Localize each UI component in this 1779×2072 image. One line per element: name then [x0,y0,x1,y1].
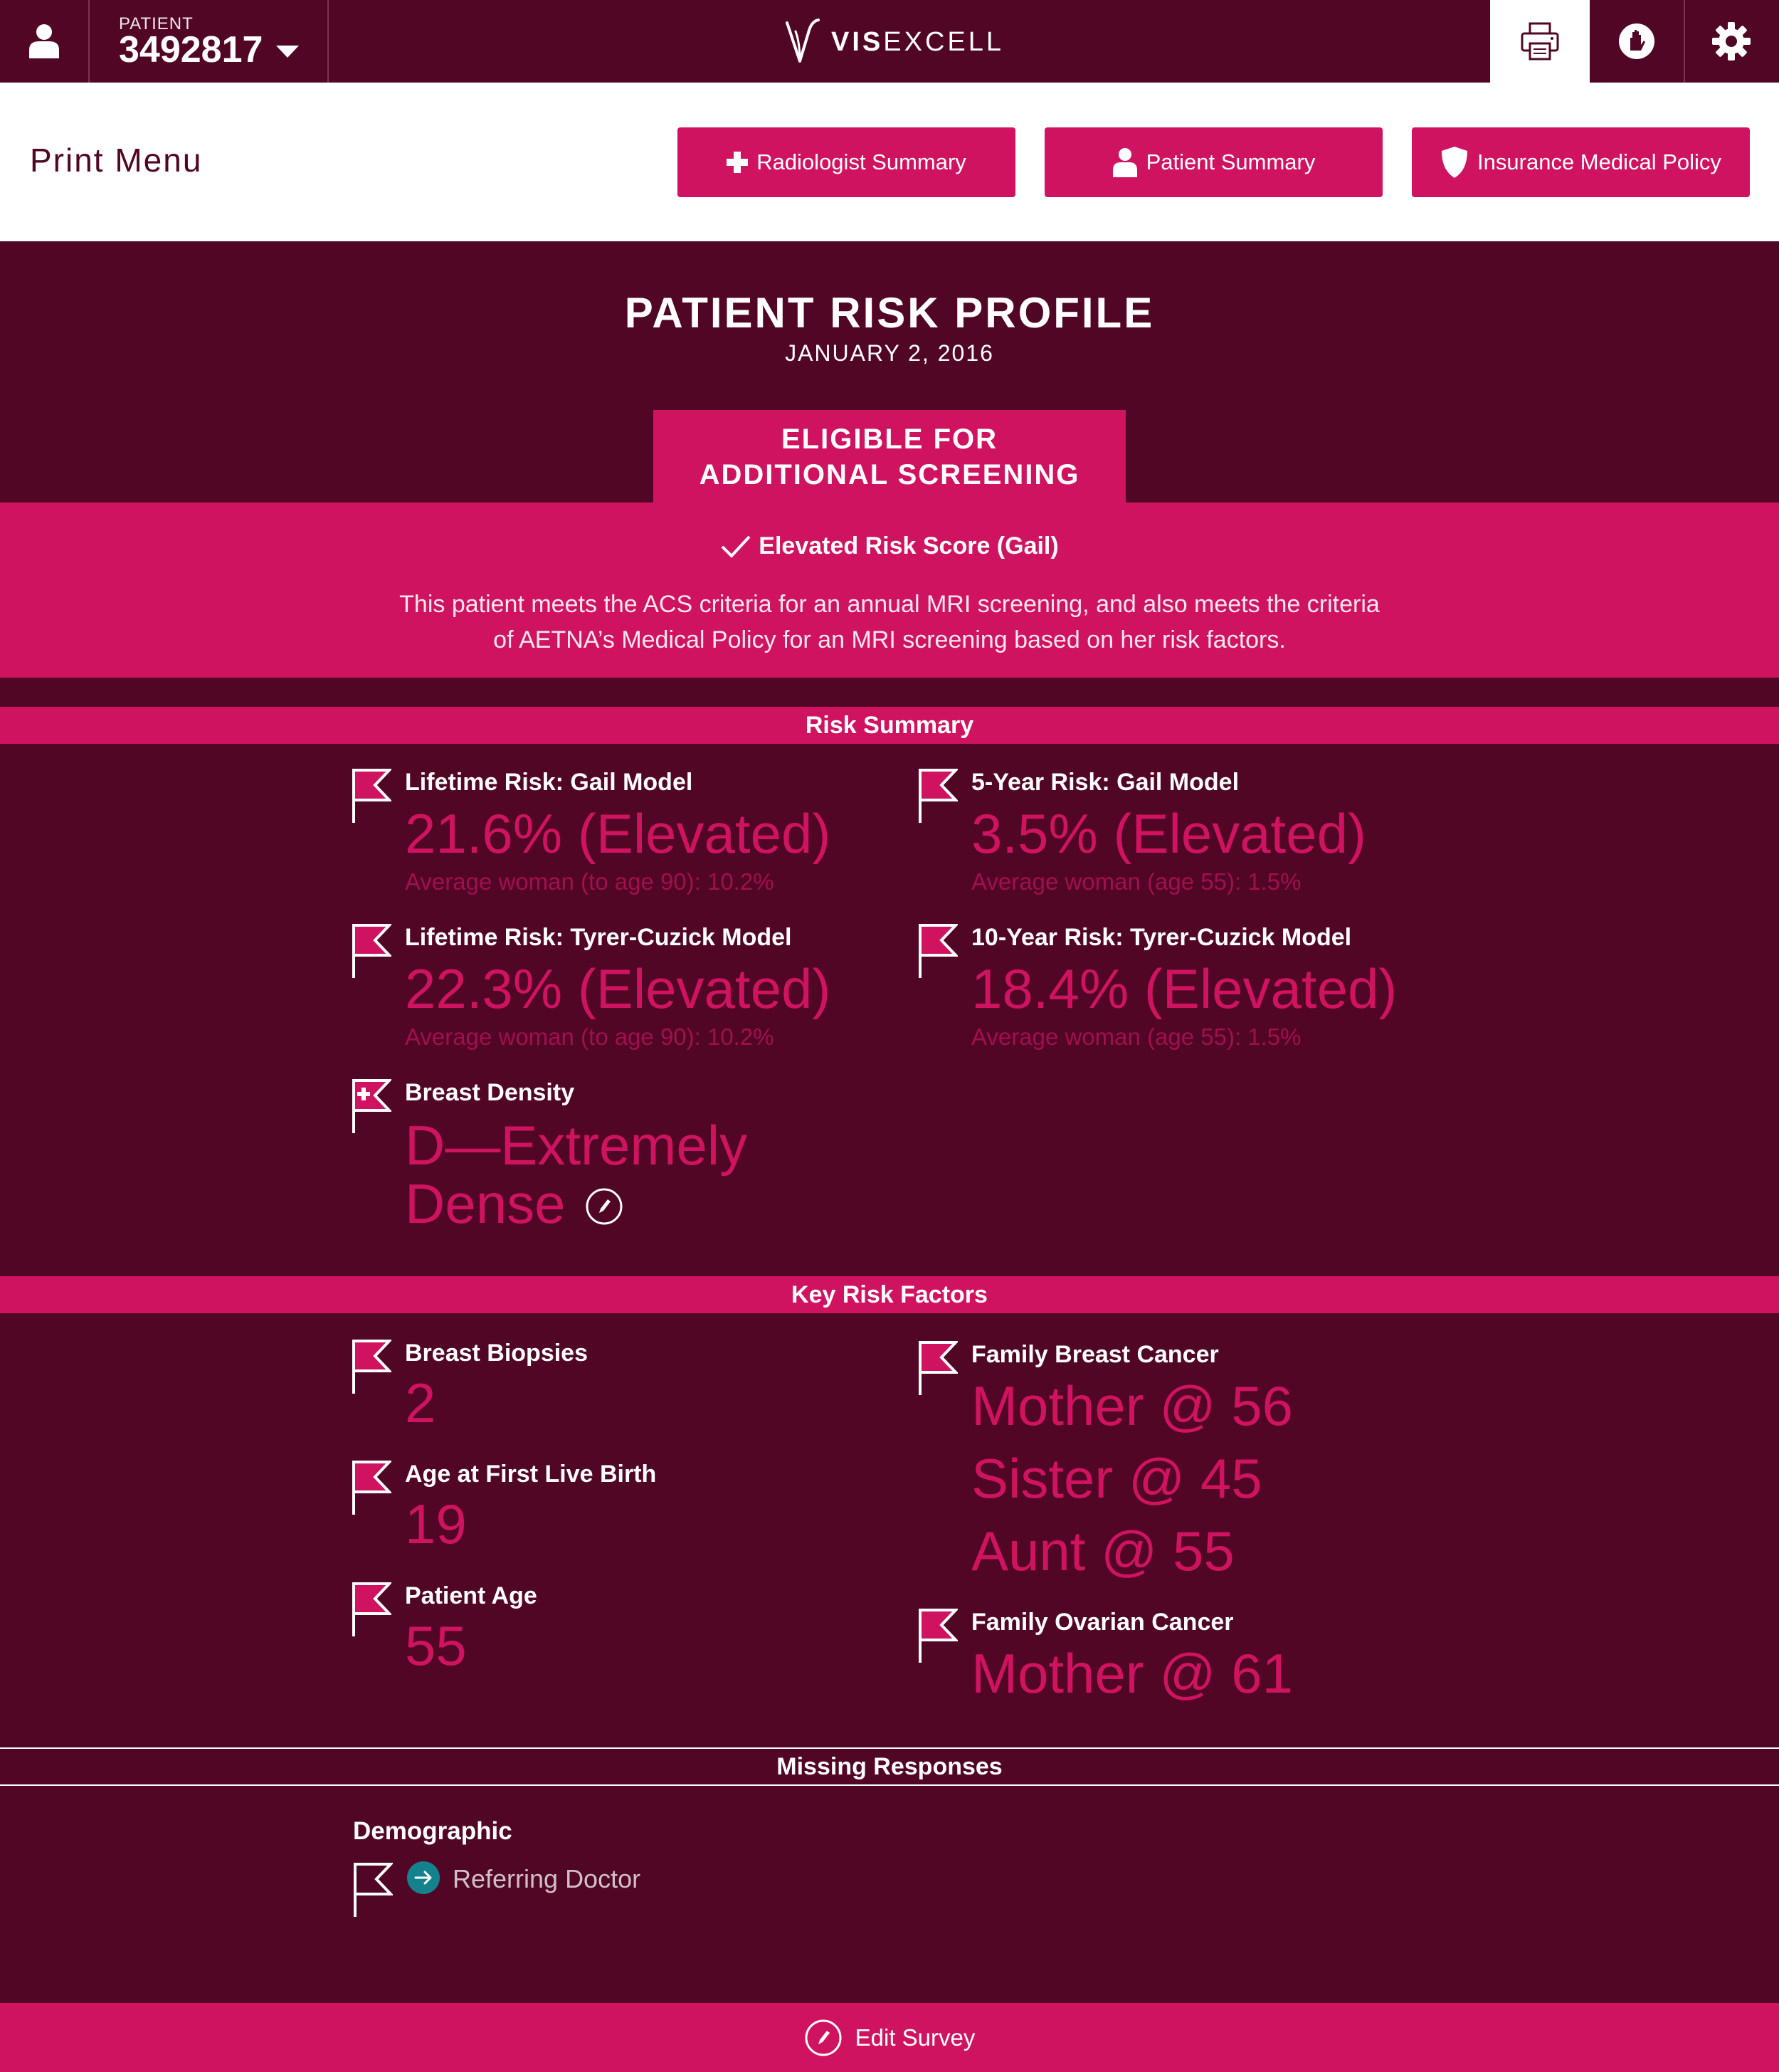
risk-item-breast-density: Breast Density D—Extremely Dense [352,1079,864,1236]
family-breast-value: Aunt @ 55 [971,1520,1235,1582]
section-title: Missing Responses [776,1752,1003,1780]
user-icon [29,24,59,58]
top-bar: PATIENT 3492817 VISEXCELL [0,0,1779,83]
flag-icon [352,769,391,823]
factor-value: 19 [405,1493,467,1555]
flag-icon [919,1341,958,1395]
insurance-medical-policy-button[interactable]: Insurance Medical Policy [1412,127,1750,197]
missing-item-referring-doctor[interactable]: Referring Doctor [353,1858,780,1923]
button-label: Radiologist Summary [756,149,966,174]
button-label: Insurance Medical Policy [1477,149,1721,174]
eligibility-line-1: ELIGIBLE FOR [781,424,998,455]
user-icon [1112,148,1137,177]
factor-patient-age: Patient Age 55 [352,1582,778,1675]
risk-average: Average woman (age 55): 1.5% [971,1024,1302,1050]
factor-family-breast-cancer: Family Breast Cancer Mother @ 56 Sister … [918,1341,1459,1583]
factor-value: 2 [405,1372,436,1434]
risk-value: 22.3% (Elevated) [405,957,831,1020]
flag-icon [352,1461,391,1515]
factor-age-first-live-birth: Age at First Live Birth 19 [352,1461,778,1553]
patient-selector[interactable]: PATIENT 3492817 [90,0,327,83]
risk-value: 3.5% (Elevated) [971,802,1366,865]
user-button[interactable] [0,0,88,83]
risk-average: Average woman (to age 90): 10.2% [405,868,774,895]
density-value-line-2: Dense [405,1172,566,1235]
patient-id: 3492817 [119,29,263,70]
button-label: Patient Summary [1146,149,1316,174]
flag-icon [352,1582,391,1636]
gear-icon [1712,22,1751,61]
factor-label: Family Ovarian Cancer [971,1609,1234,1636]
brand-name: VISEXCELL [831,27,1004,57]
factor-label: Family Breast Cancer [971,1341,1219,1368]
factor-family-ovarian-cancer: Family Ovarian Cancer Mother @ 61 [918,1609,1459,1705]
settings-button[interactable] [1684,0,1779,83]
edit-density-icon[interactable] [585,1187,623,1226]
flag-icon [919,1609,958,1663]
missing-category: Demographic [353,1817,512,1845]
eligibility-panel: Elevated Risk Score (Gail) This patient … [0,503,1779,678]
flag-icon [352,1340,391,1394]
printer-icon [1521,22,1559,61]
flag-icon [919,924,958,978]
profile-date: JANUARY 2, 2016 [785,340,994,366]
flag-icon [919,769,958,823]
section-title: Risk Summary [805,711,974,739]
print-button[interactable] [1490,0,1590,83]
family-ovarian-value: Mother @ 61 [971,1642,1294,1705]
radiologist-summary-button[interactable]: Radiologist Summary [677,127,1015,197]
key-risk-factors-header: Key Risk Factors [0,1276,1779,1313]
divider [327,0,329,83]
help-button[interactable] [1590,0,1684,83]
logo-mark-icon [786,19,820,63]
hand-help-icon [1619,23,1654,59]
factor-label: Breast Biopsies [405,1340,588,1367]
check-icon [721,535,751,558]
risk-value: 18.4% (Elevated) [971,957,1398,1020]
plus-icon [727,152,749,173]
flag-outline-icon [354,1863,393,1917]
flag-icon [352,924,391,978]
section-title: Key Risk Factors [791,1280,988,1308]
risk-item-lifetime-tyrer-cuzick: Lifetime Risk: Tyrer-Cuzick Model 22.3% … [352,924,864,1059]
eligibility-description: This patient meets the ACS criteria for … [399,591,1380,653]
family-breast-value: Sister @ 45 [971,1447,1262,1510]
risk-value: 21.6% (Elevated) [405,802,831,865]
missing-item-label: Referring Doctor [453,1864,641,1893]
risk-average: Average woman (to age 90): 10.2% [405,1024,774,1050]
eligibility-criterion: Elevated Risk Score (Gail) [0,532,1779,560]
pencil-icon [805,2019,842,2056]
eligibility-line-2: ADDITIONAL SCREENING [699,459,1080,490]
factor-value: 55 [405,1614,467,1677]
risk-label: 5-Year Risk: Gail Model [971,769,1240,796]
chevron-down-icon [276,46,299,58]
risk-summary-header: Risk Summary [0,707,1779,744]
factor-label: Patient Age [405,1582,537,1609]
medical-flag-icon [352,1079,391,1133]
page-title: PATIENT RISK PROFILE [624,289,1155,337]
print-menu-title: Print Menu [30,142,203,179]
shield-icon [1442,147,1468,178]
risk-label: Breast Density [405,1079,575,1106]
patient-summary-button[interactable]: Patient Summary [1045,127,1383,197]
risk-label: 10-Year Risk: Tyrer-Cuzick Model [971,924,1352,951]
risk-label: Lifetime Risk: Tyrer-Cuzick Model [405,924,792,951]
risk-item-five-year-gail: 5-Year Risk: Gail Model 3.5% (Elevated) … [918,769,1459,904]
risk-item-ten-year-tyrer-cuzick: 10-Year Risk: Tyrer-Cuzick Model 18.4% (… [918,924,1459,1059]
factor-label: Age at First Live Birth [405,1461,657,1488]
risk-item-lifetime-gail: Lifetime Risk: Gail Model 21.6% (Elevate… [352,769,850,904]
risk-label: Lifetime Risk: Gail Model [405,769,693,796]
missing-responses-header: Missing Responses [0,1747,1779,1786]
family-breast-value: Mother @ 56 [971,1374,1294,1437]
risk-average: Average woman (age 55): 1.5% [971,868,1302,895]
edit-survey-button[interactable]: Edit Survey [0,2003,1779,2072]
criterion-text: Elevated Risk Score (Gail) [759,532,1059,559]
density-value-line-1: D—Extremely [405,1114,748,1177]
factor-breast-biopsies: Breast Biopsies 2 [352,1340,778,1432]
edit-survey-label: Edit Survey [855,2024,976,2051]
eligibility-tab: ELIGIBLE FOR ADDITIONAL SCREENING [653,410,1126,504]
print-menu-bar: Print Menu Radiologist Summary Patient S… [0,83,1779,241]
arrow-right-icon [407,1861,440,1894]
